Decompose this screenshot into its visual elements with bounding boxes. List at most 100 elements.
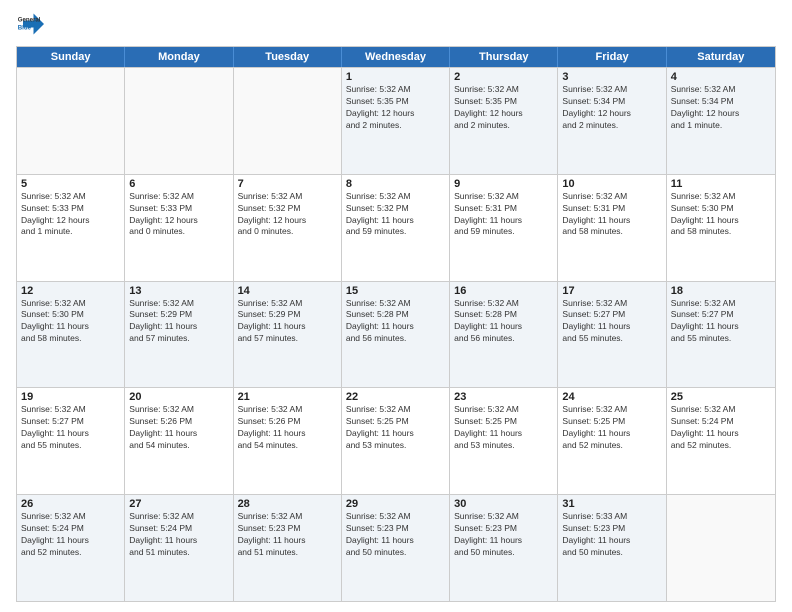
- calendar-cell: 1Sunrise: 5:32 AM Sunset: 5:35 PM Daylig…: [342, 68, 450, 174]
- calendar-cell: 18Sunrise: 5:32 AM Sunset: 5:27 PM Dayli…: [667, 282, 775, 388]
- day-number: 12: [21, 285, 120, 297]
- calendar-cell: 5Sunrise: 5:32 AM Sunset: 5:33 PM Daylig…: [17, 175, 125, 281]
- day-info: Sunrise: 5:32 AM Sunset: 5:26 PM Dayligh…: [129, 404, 228, 452]
- calendar-cell: 17Sunrise: 5:32 AM Sunset: 5:27 PM Dayli…: [558, 282, 666, 388]
- calendar-body: 1Sunrise: 5:32 AM Sunset: 5:35 PM Daylig…: [17, 67, 775, 601]
- calendar-cell: 12Sunrise: 5:32 AM Sunset: 5:30 PM Dayli…: [17, 282, 125, 388]
- calendar-cell: 8Sunrise: 5:32 AM Sunset: 5:32 PM Daylig…: [342, 175, 450, 281]
- calendar-cell: 26Sunrise: 5:32 AM Sunset: 5:24 PM Dayli…: [17, 495, 125, 601]
- header-day-monday: Monday: [125, 47, 233, 67]
- day-info: Sunrise: 5:32 AM Sunset: 5:26 PM Dayligh…: [238, 404, 337, 452]
- calendar-cell: 9Sunrise: 5:32 AM Sunset: 5:31 PM Daylig…: [450, 175, 558, 281]
- day-number: 14: [238, 285, 337, 297]
- day-number: 19: [21, 391, 120, 403]
- calendar-cell: 6Sunrise: 5:32 AM Sunset: 5:33 PM Daylig…: [125, 175, 233, 281]
- calendar-header: SundayMondayTuesdayWednesdayThursdayFrid…: [17, 47, 775, 67]
- day-info: Sunrise: 5:32 AM Sunset: 5:27 PM Dayligh…: [562, 298, 661, 346]
- day-number: 21: [238, 391, 337, 403]
- day-info: Sunrise: 5:32 AM Sunset: 5:34 PM Dayligh…: [562, 84, 661, 132]
- calendar-cell: [17, 68, 125, 174]
- day-info: Sunrise: 5:32 AM Sunset: 5:29 PM Dayligh…: [129, 298, 228, 346]
- day-info: Sunrise: 5:32 AM Sunset: 5:35 PM Dayligh…: [454, 84, 553, 132]
- page: General Blue SundayMondayTuesdayWednesda…: [0, 0, 792, 612]
- day-info: Sunrise: 5:32 AM Sunset: 5:32 PM Dayligh…: [346, 191, 445, 239]
- calendar-cell: 28Sunrise: 5:32 AM Sunset: 5:23 PM Dayli…: [234, 495, 342, 601]
- header: General Blue: [16, 10, 776, 38]
- calendar-row-3: 19Sunrise: 5:32 AM Sunset: 5:27 PM Dayli…: [17, 387, 775, 494]
- day-info: Sunrise: 5:32 AM Sunset: 5:24 PM Dayligh…: [671, 404, 771, 452]
- day-number: 24: [562, 391, 661, 403]
- day-number: 26: [21, 498, 120, 510]
- calendar-cell: 15Sunrise: 5:32 AM Sunset: 5:28 PM Dayli…: [342, 282, 450, 388]
- day-info: Sunrise: 5:32 AM Sunset: 5:30 PM Dayligh…: [21, 298, 120, 346]
- day-info: Sunrise: 5:32 AM Sunset: 5:31 PM Dayligh…: [454, 191, 553, 239]
- calendar-cell: 30Sunrise: 5:32 AM Sunset: 5:23 PM Dayli…: [450, 495, 558, 601]
- day-number: 9: [454, 178, 553, 190]
- day-info: Sunrise: 5:32 AM Sunset: 5:24 PM Dayligh…: [21, 511, 120, 559]
- calendar-row-1: 5Sunrise: 5:32 AM Sunset: 5:33 PM Daylig…: [17, 174, 775, 281]
- calendar-cell: 24Sunrise: 5:32 AM Sunset: 5:25 PM Dayli…: [558, 388, 666, 494]
- day-number: 22: [346, 391, 445, 403]
- day-number: 10: [562, 178, 661, 190]
- header-day-sunday: Sunday: [17, 47, 125, 67]
- day-number: 13: [129, 285, 228, 297]
- calendar-row-2: 12Sunrise: 5:32 AM Sunset: 5:30 PM Dayli…: [17, 281, 775, 388]
- day-number: 23: [454, 391, 553, 403]
- day-number: 5: [21, 178, 120, 190]
- calendar-cell: 20Sunrise: 5:32 AM Sunset: 5:26 PM Dayli…: [125, 388, 233, 494]
- day-info: Sunrise: 5:32 AM Sunset: 5:29 PM Dayligh…: [238, 298, 337, 346]
- day-number: 8: [346, 178, 445, 190]
- header-day-thursday: Thursday: [450, 47, 558, 67]
- calendar-cell: 31Sunrise: 5:33 AM Sunset: 5:23 PM Dayli…: [558, 495, 666, 601]
- day-info: Sunrise: 5:32 AM Sunset: 5:24 PM Dayligh…: [129, 511, 228, 559]
- day-info: Sunrise: 5:32 AM Sunset: 5:28 PM Dayligh…: [454, 298, 553, 346]
- calendar-cell: [667, 495, 775, 601]
- day-number: 16: [454, 285, 553, 297]
- day-number: 2: [454, 71, 553, 83]
- day-info: Sunrise: 5:32 AM Sunset: 5:33 PM Dayligh…: [129, 191, 228, 239]
- calendar-cell: 22Sunrise: 5:32 AM Sunset: 5:25 PM Dayli…: [342, 388, 450, 494]
- day-info: Sunrise: 5:32 AM Sunset: 5:30 PM Dayligh…: [671, 191, 771, 239]
- day-info: Sunrise: 5:32 AM Sunset: 5:25 PM Dayligh…: [346, 404, 445, 452]
- day-info: Sunrise: 5:32 AM Sunset: 5:25 PM Dayligh…: [454, 404, 553, 452]
- header-day-wednesday: Wednesday: [342, 47, 450, 67]
- day-number: 15: [346, 285, 445, 297]
- day-info: Sunrise: 5:32 AM Sunset: 5:34 PM Dayligh…: [671, 84, 771, 132]
- header-day-saturday: Saturday: [667, 47, 775, 67]
- day-number: 6: [129, 178, 228, 190]
- day-number: 11: [671, 178, 771, 190]
- day-info: Sunrise: 5:32 AM Sunset: 5:27 PM Dayligh…: [21, 404, 120, 452]
- day-info: Sunrise: 5:32 AM Sunset: 5:33 PM Dayligh…: [21, 191, 120, 239]
- calendar-cell: 29Sunrise: 5:32 AM Sunset: 5:23 PM Dayli…: [342, 495, 450, 601]
- day-number: 27: [129, 498, 228, 510]
- day-info: Sunrise: 5:32 AM Sunset: 5:23 PM Dayligh…: [238, 511, 337, 559]
- calendar-cell: 14Sunrise: 5:32 AM Sunset: 5:29 PM Dayli…: [234, 282, 342, 388]
- day-number: 3: [562, 71, 661, 83]
- day-number: 30: [454, 498, 553, 510]
- day-info: Sunrise: 5:32 AM Sunset: 5:32 PM Dayligh…: [238, 191, 337, 239]
- calendar-cell: 13Sunrise: 5:32 AM Sunset: 5:29 PM Dayli…: [125, 282, 233, 388]
- svg-text:Blue: Blue: [18, 24, 32, 31]
- day-number: 4: [671, 71, 771, 83]
- calendar-cell: 4Sunrise: 5:32 AM Sunset: 5:34 PM Daylig…: [667, 68, 775, 174]
- header-day-tuesday: Tuesday: [234, 47, 342, 67]
- calendar-row-4: 26Sunrise: 5:32 AM Sunset: 5:24 PM Dayli…: [17, 494, 775, 601]
- calendar-row-0: 1Sunrise: 5:32 AM Sunset: 5:35 PM Daylig…: [17, 67, 775, 174]
- day-number: 18: [671, 285, 771, 297]
- calendar-cell: 19Sunrise: 5:32 AM Sunset: 5:27 PM Dayli…: [17, 388, 125, 494]
- day-info: Sunrise: 5:32 AM Sunset: 5:31 PM Dayligh…: [562, 191, 661, 239]
- calendar-cell: 3Sunrise: 5:32 AM Sunset: 5:34 PM Daylig…: [558, 68, 666, 174]
- calendar-cell: 2Sunrise: 5:32 AM Sunset: 5:35 PM Daylig…: [450, 68, 558, 174]
- day-number: 17: [562, 285, 661, 297]
- calendar: SundayMondayTuesdayWednesdayThursdayFrid…: [16, 46, 776, 602]
- calendar-cell: 23Sunrise: 5:32 AM Sunset: 5:25 PM Dayli…: [450, 388, 558, 494]
- day-info: Sunrise: 5:32 AM Sunset: 5:25 PM Dayligh…: [562, 404, 661, 452]
- calendar-cell: 10Sunrise: 5:32 AM Sunset: 5:31 PM Dayli…: [558, 175, 666, 281]
- calendar-cell: 21Sunrise: 5:32 AM Sunset: 5:26 PM Dayli…: [234, 388, 342, 494]
- day-number: 31: [562, 498, 661, 510]
- calendar-cell: 16Sunrise: 5:32 AM Sunset: 5:28 PM Dayli…: [450, 282, 558, 388]
- day-info: Sunrise: 5:32 AM Sunset: 5:28 PM Dayligh…: [346, 298, 445, 346]
- header-day-friday: Friday: [558, 47, 666, 67]
- day-number: 20: [129, 391, 228, 403]
- calendar-cell: [234, 68, 342, 174]
